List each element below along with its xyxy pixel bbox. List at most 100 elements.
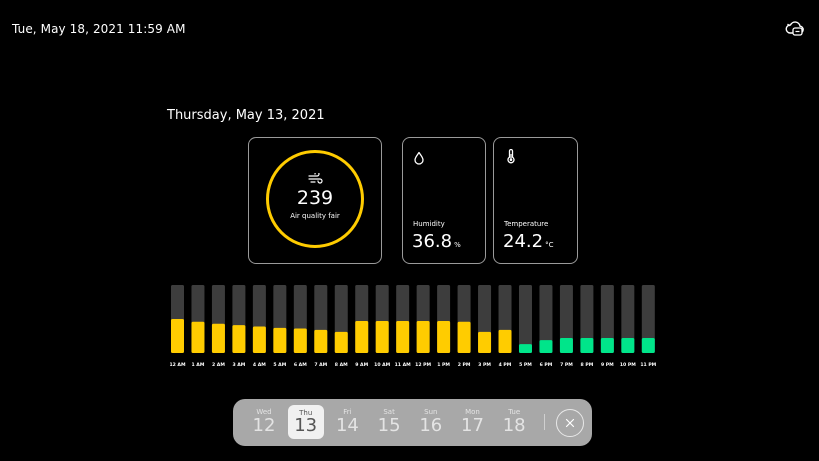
thermometer-icon — [505, 148, 517, 164]
bar-track — [539, 285, 553, 353]
temperature-value: 24.2 °C — [503, 231, 553, 252]
bar[interactable] — [171, 319, 184, 353]
tick-label: 6 AM — [294, 362, 307, 368]
day-number: 12 — [252, 415, 276, 436]
day-item-fri[interactable]: Fri 14 — [329, 399, 365, 446]
humidity-unit: % — [454, 241, 461, 249]
bar[interactable] — [252, 326, 266, 353]
page-title: Thursday, May 13, 2021 — [167, 108, 325, 123]
tick-label: 2 PM — [458, 362, 471, 368]
tick-label: 12 PM — [415, 362, 431, 368]
tick-label: 6 PM — [540, 362, 553, 368]
day-item-tue[interactable]: Tue 18 — [496, 399, 532, 446]
day-number: 18 — [502, 415, 526, 436]
bar[interactable] — [600, 338, 614, 353]
day-picker-divider — [544, 414, 545, 430]
bar[interactable] — [396, 321, 410, 353]
bar[interactable] — [498, 329, 512, 353]
bar-track — [171, 285, 184, 353]
bar-track — [478, 285, 492, 353]
tick-label: 4 AM — [253, 362, 266, 368]
day-number: 16 — [419, 415, 443, 436]
tick-label: 10 AM — [374, 362, 391, 368]
tick-label: 12 AM — [169, 362, 186, 368]
bar-track — [273, 285, 287, 353]
bar-track — [559, 285, 573, 353]
bar[interactable] — [580, 338, 594, 353]
tick-label: 8 AM — [335, 362, 348, 368]
bar[interactable] — [518, 344, 532, 353]
tick-label: 9 AM — [355, 362, 368, 368]
bar-track — [293, 285, 307, 353]
bar-track — [314, 285, 328, 353]
bar-track — [232, 285, 246, 353]
bar[interactable] — [478, 331, 492, 353]
bar[interactable] — [191, 321, 205, 353]
bar[interactable] — [273, 327, 287, 353]
bar[interactable] — [334, 331, 348, 353]
tick-label: 4 PM — [499, 362, 512, 368]
day-item-wed[interactable]: Wed 12 — [246, 399, 282, 446]
status-datetime: Tue, May 18, 2021 11:59 AM — [12, 22, 186, 36]
bar-track — [457, 285, 471, 353]
bar[interactable] — [355, 321, 369, 353]
bar[interactable] — [375, 321, 389, 353]
bar-track — [621, 285, 635, 353]
day-number: 17 — [461, 415, 484, 436]
tick-label: 7 PM — [560, 362, 573, 368]
tick-label: 9 PM — [601, 362, 614, 368]
humidity-number: 36.8 — [412, 231, 453, 252]
bar[interactable] — [437, 321, 451, 353]
bar-track — [375, 285, 389, 353]
temperature-number: 24.2 — [503, 231, 544, 252]
tick-label: 5 PM — [519, 362, 532, 368]
bar-track — [191, 285, 205, 353]
bar-track — [437, 285, 451, 353]
droplet-icon — [413, 150, 425, 165]
close-icon — [565, 418, 575, 428]
temperature-label: Temperature — [504, 220, 549, 228]
bar[interactable] — [641, 338, 655, 353]
cloud-icon[interactable] — [784, 18, 806, 40]
tick-label: 3 AM — [232, 362, 245, 368]
wind-icon — [308, 170, 323, 184]
tick-label: 1 PM — [437, 362, 450, 368]
tick-label: 5 AM — [273, 362, 286, 368]
temperature-unit: °C — [545, 241, 554, 249]
bar-track — [518, 285, 532, 353]
day-item-sun[interactable]: Sun 16 — [413, 399, 449, 446]
bar[interactable] — [621, 338, 635, 353]
bar-track — [252, 285, 266, 353]
day-item-thu[interactable]: Thu 13 — [287, 405, 324, 439]
day-number: 14 — [335, 415, 359, 436]
close-button[interactable] — [556, 409, 584, 437]
bar-track — [641, 285, 655, 353]
bar[interactable] — [416, 321, 430, 353]
bar[interactable] — [293, 328, 307, 353]
day-number: 15 — [377, 415, 401, 436]
bar-track — [334, 285, 348, 353]
bar-track — [211, 285, 225, 353]
tick-label: 2 AM — [212, 362, 225, 368]
bar-track — [580, 285, 594, 353]
bar-track — [416, 285, 430, 353]
day-item-sat[interactable]: Sat 15 — [371, 399, 407, 446]
bar-track — [396, 285, 410, 353]
bar-track — [600, 285, 614, 353]
bar[interactable] — [539, 340, 553, 353]
bar[interactable] — [559, 338, 573, 353]
tick-label: 11 PM — [640, 362, 656, 368]
tick-label: 10 PM — [620, 362, 636, 368]
bar-track — [498, 285, 512, 353]
bar[interactable] — [314, 329, 328, 353]
humidity-value: 36.8% — [412, 231, 461, 252]
humidity-label: Humidity — [413, 220, 445, 228]
tick-label: 1 AM — [192, 362, 205, 368]
bar[interactable] — [457, 321, 471, 353]
bar[interactable] — [232, 325, 246, 353]
tick-label: 8 PM — [581, 362, 594, 368]
air-quality-value: 239 — [296, 187, 334, 209]
tick-label: 3 PM — [478, 362, 491, 368]
day-item-mon[interactable]: Mon 17 — [455, 399, 491, 446]
bar[interactable] — [211, 323, 225, 353]
